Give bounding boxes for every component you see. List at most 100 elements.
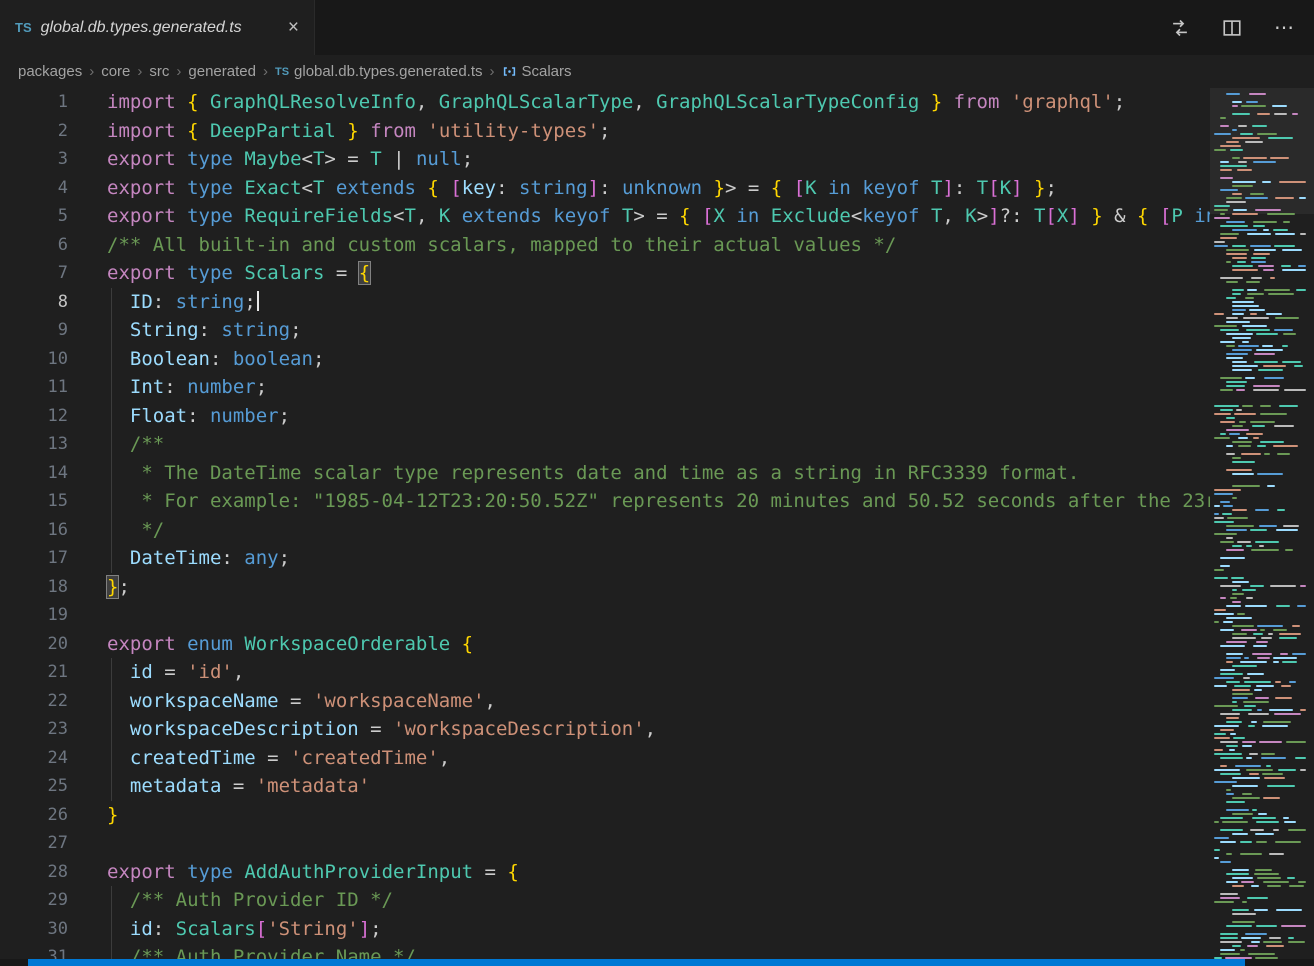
code-line[interactable]: export type Exact<T extends { [key: stri…: [107, 174, 1314, 203]
line-number[interactable]: 5: [0, 202, 68, 231]
line-number[interactable]: 11: [0, 373, 68, 402]
code-line[interactable]: * For example: "1985-04-12T23:20:50.52Z"…: [107, 487, 1314, 516]
line-number[interactable]: 10: [0, 345, 68, 374]
code-line[interactable]: Float: number;: [107, 402, 1314, 431]
breadcrumb-separator: ›: [176, 63, 181, 80]
line-number[interactable]: 6: [0, 231, 68, 260]
breadcrumb-item-scalars[interactable]: Scalars: [502, 63, 572, 80]
code-line[interactable]: /** All built-in and custom scalars, map…: [107, 231, 1314, 260]
breadcrumb-item-generated[interactable]: generated: [188, 63, 256, 80]
minimap-content: [1210, 88, 1314, 959]
code-line[interactable]: workspaceName = 'workspaceName',: [107, 687, 1314, 716]
line-number[interactable]: 14: [0, 459, 68, 488]
line-number[interactable]: 21: [0, 658, 68, 687]
breadcrumb-label: src: [149, 63, 169, 80]
code-line[interactable]: metadata = 'metadata': [107, 772, 1314, 801]
indent-guide: [111, 288, 112, 573]
breadcrumb-separator: ›: [89, 63, 94, 80]
breadcrumb-item-core[interactable]: core: [101, 63, 130, 80]
code-line[interactable]: export type Maybe<T> = T | null;: [107, 145, 1314, 174]
line-number[interactable]: 16: [0, 516, 68, 545]
breadcrumb-label: packages: [18, 63, 82, 80]
close-tab-icon[interactable]: ×: [283, 16, 304, 39]
code-line[interactable]: export type RequireFields<T, K extends k…: [107, 202, 1314, 231]
code-line[interactable]: ID: string;: [107, 288, 1314, 317]
line-number[interactable]: 20: [0, 630, 68, 659]
indent-guide: [111, 658, 112, 801]
typescript-file-icon: TS: [275, 66, 289, 78]
line-number[interactable]: 23: [0, 715, 68, 744]
editor-actions: ⋯: [1168, 0, 1314, 55]
line-number[interactable]: 31: [0, 943, 68, 959]
code-line[interactable]: import { DeepPartial } from 'utility-typ…: [107, 117, 1314, 146]
code-line[interactable]: workspaceDescription = 'workspaceDescrip…: [107, 715, 1314, 744]
code-line[interactable]: DateTime: any;: [107, 544, 1314, 573]
code-line[interactable]: [107, 829, 1314, 858]
breadcrumb-item-src[interactable]: src: [149, 63, 169, 80]
line-number[interactable]: 1: [0, 88, 68, 117]
status-bar-accent: [28, 959, 1245, 966]
line-number[interactable]: 22: [0, 687, 68, 716]
line-number[interactable]: 30: [0, 915, 68, 944]
line-number[interactable]: 12: [0, 402, 68, 431]
line-number[interactable]: 7: [0, 259, 68, 288]
code-line[interactable]: };: [107, 573, 1314, 602]
code-line[interactable]: createdTime = 'createdTime',: [107, 744, 1314, 773]
more-actions-icon[interactable]: ⋯: [1272, 16, 1296, 40]
line-number[interactable]: 24: [0, 744, 68, 773]
gutter[interactable]: 1234567891011121314151617181920212223242…: [0, 88, 90, 959]
line-number[interactable]: 8: [0, 288, 68, 317]
code-line[interactable]: export type Scalars = {: [107, 259, 1314, 288]
split-editor-icon[interactable]: [1220, 16, 1244, 40]
symbol-type-icon: [502, 64, 517, 79]
line-number[interactable]: 2: [0, 117, 68, 146]
breadcrumb-item-packages[interactable]: packages: [18, 63, 82, 80]
code-line[interactable]: [107, 601, 1314, 630]
code-line[interactable]: String: string;: [107, 316, 1314, 345]
code-line[interactable]: id: Scalars['String'];: [107, 915, 1314, 944]
line-number[interactable]: 26: [0, 801, 68, 830]
indent-guide: [111, 886, 112, 959]
code-line[interactable]: export type AddAuthProviderInput = {: [107, 858, 1314, 887]
code-line[interactable]: id = 'id',: [107, 658, 1314, 687]
line-number[interactable]: 19: [0, 601, 68, 630]
code-line[interactable]: }: [107, 801, 1314, 830]
code-line[interactable]: import { GraphQLResolveInfo, GraphQLScal…: [107, 88, 1314, 117]
line-number[interactable]: 18: [0, 573, 68, 602]
breadcrumb-label: global.db.types.generated.ts: [294, 63, 482, 80]
minimap[interactable]: [1210, 88, 1314, 959]
code-line[interactable]: */: [107, 516, 1314, 545]
breadcrumb-separator: ›: [263, 63, 268, 80]
line-number[interactable]: 3: [0, 145, 68, 174]
code-line[interactable]: /** Auth Provider ID */: [107, 886, 1314, 915]
line-number[interactable]: 9: [0, 316, 68, 345]
line-number[interactable]: 13: [0, 430, 68, 459]
line-number[interactable]: 27: [0, 829, 68, 858]
code-line[interactable]: /**: [107, 430, 1314, 459]
line-number[interactable]: 15: [0, 487, 68, 516]
tab-title: global.db.types.generated.ts: [41, 19, 274, 37]
breadcrumb-label: core: [101, 63, 130, 80]
open-changes-icon[interactable]: [1168, 16, 1192, 40]
typescript-file-icon: TS: [15, 20, 32, 35]
breadcrumb: packages › core › src › generated › TS global.db.…: [0, 55, 1314, 88]
code-line[interactable]: Boolean: boolean;: [107, 345, 1314, 374]
code-line[interactable]: Int: number;: [107, 373, 1314, 402]
code-line[interactable]: export enum WorkspaceOrderable {: [107, 630, 1314, 659]
line-number[interactable]: 28: [0, 858, 68, 887]
line-number[interactable]: 17: [0, 544, 68, 573]
breadcrumb-label: generated: [188, 63, 256, 80]
editor[interactable]: 1234567891011121314151617181920212223242…: [0, 88, 1314, 959]
tab-bar: TS global.db.types.generated.ts × ⋯: [0, 0, 1314, 55]
code-line[interactable]: * The DateTime scalar type represents da…: [107, 459, 1314, 488]
breadcrumb-item-global-db-types-generated-ts[interactable]: TS global.db.types.generated.ts: [275, 63, 483, 80]
code-line[interactable]: /** Auth Provider Name */: [107, 943, 1314, 959]
text-cursor: [257, 291, 259, 311]
line-number[interactable]: 25: [0, 772, 68, 801]
status-bar: [0, 959, 1314, 966]
editor-tab[interactable]: TS global.db.types.generated.ts ×: [0, 0, 315, 55]
line-number[interactable]: 4: [0, 174, 68, 203]
breadcrumb-separator: ›: [490, 63, 495, 80]
code-area[interactable]: import { GraphQLResolveInfo, GraphQLScal…: [90, 88, 1314, 959]
line-number[interactable]: 29: [0, 886, 68, 915]
